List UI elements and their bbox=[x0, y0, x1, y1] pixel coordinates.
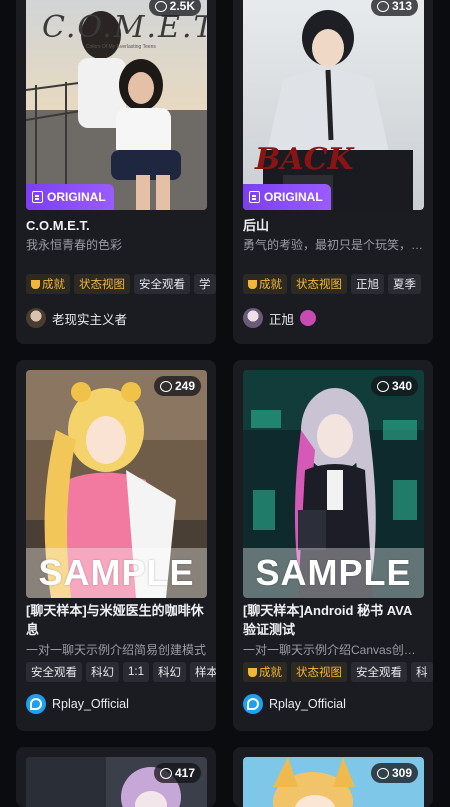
creator-badge-icon bbox=[300, 310, 317, 326]
card-title[interactable]: [聊天样本]Android 秘书 AVA 验证测试 bbox=[243, 601, 425, 639]
avatar bbox=[26, 308, 46, 328]
chat-count: 2.5K bbox=[169, 0, 195, 13]
chat-bubble-icon bbox=[159, 380, 172, 392]
tag[interactable]: 样本 bbox=[190, 662, 216, 682]
original-label: ORIGINAL bbox=[47, 190, 106, 204]
author-row[interactable]: Rplay_Official bbox=[26, 694, 129, 714]
rplay-logo-icon bbox=[243, 694, 263, 714]
tag-status-view[interactable]: 状态视图 bbox=[74, 274, 130, 294]
tag-achievement[interactable]: 成就 bbox=[243, 662, 287, 682]
card-title[interactable]: [聊天样本]与米娅医生的咖啡休息 bbox=[26, 601, 208, 639]
tag[interactable]: 夏季 bbox=[388, 274, 421, 294]
author-row[interactable]: 老现实主义者 bbox=[26, 308, 127, 328]
card-description: 一对一聊天示例介绍Canvas创… bbox=[243, 643, 416, 657]
chat-bubble-icon bbox=[154, 0, 167, 12]
chat-bubble-icon bbox=[376, 380, 389, 392]
trophy-icon bbox=[31, 279, 40, 289]
card-description: 我永恒青春的色彩 bbox=[26, 238, 123, 252]
character-card[interactable]: 340 SAMPLE [聊天样本]Android 秘书 AVA 验证测试 一对一… bbox=[233, 360, 433, 731]
tag-status-view[interactable]: 状态视图 bbox=[291, 274, 347, 294]
original-label: ORIGINAL bbox=[264, 190, 323, 204]
chat-count: 340 bbox=[391, 379, 412, 393]
chat-count: 249 bbox=[174, 379, 195, 393]
document-icon bbox=[32, 191, 43, 203]
tag-list: 成就 状态视图 安全观看 科 bbox=[243, 662, 433, 682]
author-name: 正旭 bbox=[269, 312, 295, 327]
character-grid: C.O.M.E.T. Colors Of My Everlasting Teen… bbox=[0, 0, 450, 807]
tag-list: 成就 状态视图 正旭 夏季 bbox=[243, 274, 433, 294]
author-name: 老现实主义者 bbox=[52, 312, 128, 327]
back-poster-image bbox=[243, 0, 424, 210]
tag[interactable]: 1:1 bbox=[123, 662, 149, 682]
tag-list: 安全观看 科幻 1:1 科幻 样本 bbox=[26, 662, 216, 682]
card-title[interactable]: C.O.M.E.T. bbox=[26, 216, 208, 235]
chat-count-badge: 340 bbox=[370, 376, 418, 396]
card-thumbnail[interactable]: 340 SAMPLE bbox=[243, 370, 424, 598]
card-thumbnail[interactable]: C.O.M.E.T. Colors Of My Everlasting Teen… bbox=[26, 0, 207, 210]
character-card[interactable]: 417 bbox=[16, 747, 216, 807]
tag[interactable]: 安全观看 bbox=[134, 274, 190, 294]
trophy-icon bbox=[248, 667, 257, 677]
sample-watermark: SAMPLE bbox=[243, 548, 424, 598]
character-card[interactable]: 249 SAMPLE [聊天样本]与米娅医生的咖啡休息 一对一聊天示例介绍简易创… bbox=[16, 360, 216, 731]
tag[interactable]: 安全观看 bbox=[351, 662, 407, 682]
card-description: 一对一聊天示例介绍简易创建模式 bbox=[26, 643, 207, 657]
avatar bbox=[243, 308, 263, 328]
original-badge: ORIGINAL bbox=[243, 184, 331, 210]
document-icon bbox=[249, 191, 260, 203]
tag[interactable]: 科 bbox=[411, 662, 433, 682]
tag-achievement[interactable]: 成就 bbox=[26, 274, 70, 294]
tag-achievement[interactable]: 成就 bbox=[243, 274, 287, 294]
tag-list: 成就 状态视图 安全观看 学 bbox=[26, 274, 216, 294]
tag[interactable]: 科幻 bbox=[86, 662, 119, 682]
poster-title: BACK bbox=[255, 142, 354, 177]
author-name: Rplay_Official bbox=[269, 697, 346, 711]
tag[interactable]: 安全观看 bbox=[26, 662, 82, 682]
tag[interactable]: 科幻 bbox=[153, 662, 186, 682]
character-card[interactable]: BACK 313 ORIGINAL 后山 勇气的考验，最初只是个玩笑，… 成就 … bbox=[233, 0, 433, 344]
chat-count-badge: 309 bbox=[370, 763, 418, 783]
card-description: 勇气的考验，最初只是个玩笑，… bbox=[243, 238, 424, 252]
chat-count-badge: 313 bbox=[370, 0, 418, 16]
author-row[interactable]: Rplay_Official bbox=[243, 694, 346, 714]
chat-count-badge: 417 bbox=[153, 763, 201, 783]
original-badge: ORIGINAL bbox=[26, 184, 114, 210]
chat-count: 417 bbox=[174, 766, 195, 780]
tag[interactable]: 学 bbox=[194, 274, 216, 294]
chat-bubble-icon bbox=[159, 767, 172, 779]
card-title[interactable]: 后山 bbox=[243, 216, 425, 235]
chat-count-badge: 249 bbox=[153, 376, 201, 396]
author-row[interactable]: 正旭 bbox=[243, 308, 317, 328]
character-card[interactable]: C.O.M.E.T. Colors Of My Everlasting Teen… bbox=[16, 0, 216, 344]
trophy-icon bbox=[248, 279, 257, 289]
sample-watermark: SAMPLE bbox=[26, 548, 207, 598]
chat-bubble-icon bbox=[376, 767, 389, 779]
chat-count: 309 bbox=[391, 766, 412, 780]
author-name: Rplay_Official bbox=[52, 697, 129, 711]
poster-subtitle: Colors Of My Everlasting Teens bbox=[86, 44, 156, 50]
character-card[interactable]: 309 bbox=[233, 747, 433, 807]
card-thumbnail[interactable]: 249 SAMPLE bbox=[26, 370, 207, 598]
rplay-logo-icon bbox=[26, 694, 46, 714]
tag-status-view[interactable]: 状态视图 bbox=[291, 662, 347, 682]
tag[interactable]: 正旭 bbox=[351, 274, 384, 294]
chat-count: 313 bbox=[391, 0, 412, 13]
chat-count-badge: 2.5K bbox=[148, 0, 201, 16]
card-thumbnail[interactable]: BACK 313 ORIGINAL bbox=[243, 0, 424, 210]
chat-bubble-icon bbox=[376, 0, 389, 12]
